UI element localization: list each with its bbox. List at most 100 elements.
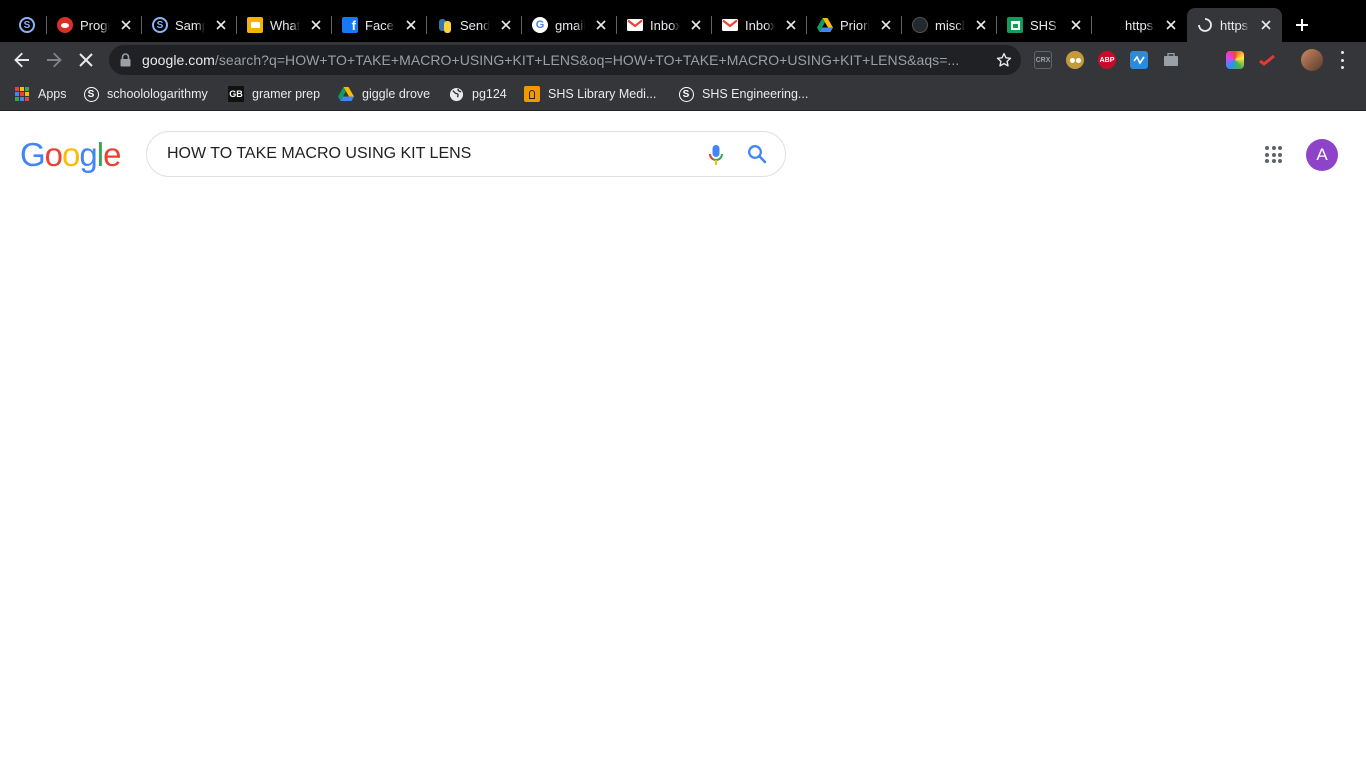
browser-tab[interactable]: https <box>1092 8 1187 42</box>
gmail-icon <box>627 17 643 33</box>
browser-tab[interactable]: Priori <box>807 8 902 42</box>
tab-close-icon[interactable] <box>118 17 134 33</box>
browser-tab[interactable]: Inbox <box>712 8 807 42</box>
browser-tab[interactable]: S <box>9 8 47 42</box>
profile-avatar[interactable] <box>1301 49 1323 71</box>
bookmark-giggle-drove[interactable]: giggle drove <box>338 85 430 103</box>
bookmark-shs-library[interactable]: SHS Library Medi... <box>524 85 656 103</box>
address-url: google.com/search?q=HOW+TO+TAKE+MACRO+US… <box>142 52 959 68</box>
facebook-icon: f <box>342 17 358 33</box>
tab-close-icon[interactable] <box>213 17 229 33</box>
browser-tab[interactable]: SHS I <box>997 8 1092 42</box>
tab-close-icon[interactable] <box>1163 17 1179 33</box>
logo-letter: e <box>103 136 121 173</box>
search-box[interactable]: HOW TO TAKE MACRO USING KIT LENS <box>146 131 786 177</box>
bookmark-pg124[interactable]: pg124 <box>448 85 507 103</box>
red-check-icon[interactable] <box>1258 51 1276 69</box>
slides-icon <box>247 17 263 33</box>
extension-label: ABP <box>1099 56 1115 64</box>
schoology-icon: S <box>678 86 694 102</box>
address-host: google.com <box>142 52 215 68</box>
browser-tab[interactable]: misch <box>902 8 997 42</box>
search-input[interactable]: HOW TO TAKE MACRO USING KIT LENS <box>167 145 471 163</box>
google-icon: G <box>532 17 548 33</box>
schoology-icon: S <box>152 17 168 33</box>
address-path: /search?q=HOW+TO+TAKE+MACRO+USING+KIT+LE… <box>214 52 960 68</box>
logo-letter: o <box>44 136 63 173</box>
arrow-left-icon <box>14 52 29 68</box>
lock-icon <box>120 53 131 67</box>
crx-icon[interactable]: CRX <box>1034 51 1052 69</box>
browser-tab[interactable]: Progr <box>47 8 142 42</box>
drive-icon <box>817 17 833 33</box>
microphone-icon[interactable] <box>708 144 724 166</box>
tab-close-icon[interactable] <box>878 17 894 33</box>
tab-title: Inbox <box>745 17 775 33</box>
search-icon[interactable] <box>747 144 767 164</box>
bookmark-label: gramer prep <box>252 87 321 101</box>
tab-close-icon[interactable] <box>1258 17 1274 33</box>
blank-icon <box>1102 17 1118 33</box>
colorful-extension-icon[interactable] <box>1226 51 1244 69</box>
schoology-icon: S <box>83 86 99 102</box>
tab-title: https <box>1125 17 1154 33</box>
bookmark-shs-engineering[interactable]: S SHS Engineering... <box>678 85 808 103</box>
briefcase-icon[interactable] <box>1162 51 1180 69</box>
browser-toolbar: google.com/search?q=HOW+TO+TAKE+MACRO+US… <box>0 42 1366 78</box>
tab-close-icon[interactable] <box>403 17 419 33</box>
owl-icon[interactable] <box>1066 51 1084 69</box>
new-tab-button[interactable] <box>1290 13 1314 37</box>
tab-close-icon[interactable] <box>1068 17 1084 33</box>
bookmark-gramer-prep[interactable]: GB gramer prep <box>228 85 320 103</box>
account-avatar[interactable]: A <box>1306 139 1338 171</box>
bookmark-apps[interactable]: Apps <box>14 85 67 103</box>
tab-title: Progr <box>80 17 110 33</box>
tab-title: gmail <box>555 17 585 33</box>
bookmark-label: SHS Library Medi... <box>548 87 657 101</box>
bookmark-schoolologarithmy[interactable]: Sschoolologarithmy <box>83 85 208 103</box>
browser-tab[interactable]: Inbox <box>617 8 712 42</box>
github-icon <box>912 17 928 33</box>
google-logo[interactable]: Google <box>20 136 121 174</box>
tab-title: Sendi <box>460 17 490 33</box>
tab-close-icon[interactable] <box>973 17 989 33</box>
bookmark-label: SHS Engineering... <box>702 87 809 101</box>
bookmark-label: giggle drove <box>362 87 431 101</box>
tab-title: misch <box>935 17 965 33</box>
extension-label: CRX <box>1035 56 1051 64</box>
gb-icon: GB <box>228 86 244 102</box>
stop-loading-button[interactable] <box>74 48 98 72</box>
back-button[interactable] <box>10 48 34 72</box>
tab-title: https <box>1220 17 1249 33</box>
browser-tab[interactable]: https <box>1187 8 1282 42</box>
tab-close-icon[interactable] <box>783 17 799 33</box>
bookmark-label: pg124 <box>472 87 507 101</box>
browser-tab[interactable]: f Faceb <box>332 8 427 42</box>
tab-close-icon[interactable] <box>688 17 704 33</box>
drive-icon <box>338 86 354 102</box>
tab-title: Priori <box>840 17 870 33</box>
adblock-plus-icon[interactable]: ABP <box>1098 51 1116 69</box>
browser-tab[interactable]: Ggmail <box>522 8 617 42</box>
globe-icon <box>448 86 464 102</box>
address-bar[interactable]: google.com/search?q=HOW+TO+TAKE+MACRO+US… <box>109 45 1021 75</box>
wave-icon[interactable] <box>1130 51 1148 69</box>
google-apps-icon[interactable] <box>1265 146 1282 163</box>
logo-letter: o <box>62 136 80 173</box>
tab-close-icon[interactable] <box>498 17 514 33</box>
tab-close-icon[interactable] <box>593 17 609 33</box>
forward-button[interactable] <box>42 48 66 72</box>
bookmark-label: schoolologarithmy <box>107 87 208 101</box>
browser-tab[interactable]: Sendi <box>427 8 522 42</box>
browser-tab[interactable]: S Samp <box>142 8 237 42</box>
logo-letter: G <box>20 136 46 173</box>
tab-close-icon[interactable] <box>308 17 324 33</box>
tab-strip: S Progr S Samp What f Faceb Sendi Ggmail Inbox Inb… <box>0 0 1366 42</box>
tab-title: What <box>270 17 300 33</box>
chrome-menu-button[interactable] <box>1338 51 1346 69</box>
bookmark-star-icon[interactable] <box>995 51 1013 69</box>
browser-tab[interactable]: What <box>237 8 332 42</box>
python-icon <box>437 17 453 33</box>
apps-grid-icon <box>14 86 30 102</box>
hidden-extension-icon[interactable] <box>1194 51 1212 69</box>
